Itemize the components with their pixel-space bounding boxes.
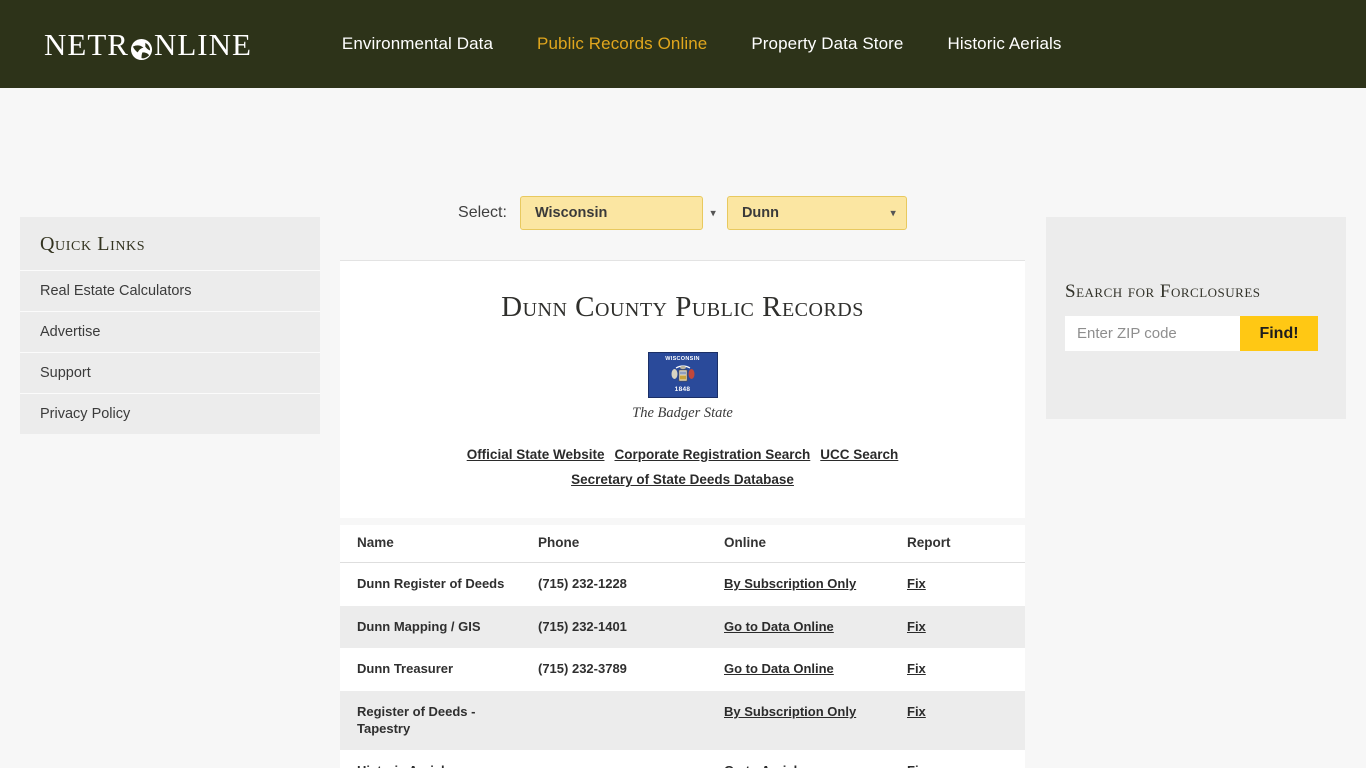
report-fix-link[interactable]: Fix xyxy=(907,619,926,634)
sidebar-item-support[interactable]: Support xyxy=(20,352,320,393)
content-card: Dunn County Public Records WISCONSIN 184… xyxy=(340,260,1025,518)
cell-online: By Subscription Only xyxy=(707,690,890,751)
online-link[interactable]: By Subscription Only xyxy=(724,704,856,719)
page-body: Quick Links Real Estate Calculators Adve… xyxy=(0,88,1366,768)
table-body: Dunn Register of Deeds (715) 232-1228 By… xyxy=(340,563,1025,768)
cell-online: Go to Aerials xyxy=(707,750,890,768)
table-header: Name Phone Online Report xyxy=(340,525,1025,563)
cell-online: Go to Data Online xyxy=(707,605,890,649)
main-navigation: Environmental Data Public Records Online… xyxy=(320,28,1084,60)
site-header: NETR NLINE Environmental Data Public Rec… xyxy=(0,0,1366,88)
table-row: Dunn Register of Deeds (715) 232-1228 By… xyxy=(340,563,1025,606)
state-links: Official State Website Corporate Registr… xyxy=(340,447,1025,487)
cell-name: Dunn Register of Deeds xyxy=(357,576,505,591)
site-logo[interactable]: NETR NLINE xyxy=(44,29,252,60)
nav-item-property-data-store[interactable]: Property Data Store xyxy=(729,28,925,60)
find-button[interactable]: Find! xyxy=(1240,316,1318,351)
column-header-online: Online xyxy=(707,525,890,563)
county-select[interactable]: Dunn xyxy=(726,196,907,230)
link-ucc-search[interactable]: UCC Search xyxy=(820,447,898,462)
cell-phone: (715) 232-1228 xyxy=(538,576,627,591)
cell-phone xyxy=(521,750,707,768)
online-link[interactable]: Go to Data Online xyxy=(724,661,834,676)
column-header-report: Report xyxy=(890,525,1025,563)
column-header-phone: Phone xyxy=(521,525,707,563)
cell-name: Register of Deeds - Tapestry xyxy=(340,690,521,751)
cell-report: Fix xyxy=(890,605,1025,649)
state-nickname: The Badger State xyxy=(632,405,733,421)
cell-report: Fix xyxy=(890,563,1025,606)
cell-phone: (715) 232-3789 xyxy=(538,661,627,677)
select-bar: Select: Wisconsin ▾ Dunn ▾ xyxy=(340,196,1025,230)
foreclosure-form: Find! xyxy=(1065,316,1346,351)
sidebar-item-real-estate-calculators[interactable]: Real Estate Calculators xyxy=(20,270,320,311)
logo-text-prefix: NETR xyxy=(44,26,129,62)
state-flag-icon: WISCONSIN 1848 xyxy=(647,352,718,398)
cell-name: Dunn Mapping / GIS xyxy=(340,605,521,649)
cell-report: Fix xyxy=(890,648,1025,691)
select-label: Select: xyxy=(458,204,507,221)
link-secretary-of-state-deeds-database[interactable]: Secretary of State Deeds Database xyxy=(571,472,794,487)
county-select-wrapper: Dunn ▾ xyxy=(726,196,907,230)
state-select-wrapper: Wisconsin ▾ xyxy=(519,196,727,230)
cell-report: Fix xyxy=(890,690,1025,751)
cell-report: Fix xyxy=(890,750,1025,768)
flag-year: 1848 xyxy=(674,385,691,393)
quick-links-title: Quick Links xyxy=(40,233,146,255)
cell-name: Dunn Treasurer xyxy=(357,661,454,677)
report-fix-link[interactable]: Fix xyxy=(907,704,926,719)
cell-online: By Subscription Only xyxy=(707,563,890,606)
table-row: Register of Deeds - Tapestry By Subscrip… xyxy=(340,690,1025,751)
sidebar-item-advertise[interactable]: Advertise xyxy=(20,311,320,352)
table-row: Historic Aerials Go to Aerials Fix xyxy=(340,750,1025,768)
table-header-row: Name Phone Online Report xyxy=(340,525,1025,563)
link-corporate-registration-search[interactable]: Corporate Registration Search xyxy=(614,447,810,462)
online-link[interactable]: Go to Data Online xyxy=(724,619,834,634)
globe-icon xyxy=(130,35,153,60)
logo-text-suffix: NLINE xyxy=(153,26,252,62)
sidebar-item-privacy-policy[interactable]: Privacy Policy xyxy=(20,393,320,434)
public-records-table: Name Phone Online Report Dunn Register o… xyxy=(340,525,1025,768)
flag-state-name: WISCONSIN xyxy=(665,356,700,362)
link-official-state-website[interactable]: Official State Website xyxy=(467,447,605,462)
column-header-name: Name xyxy=(340,525,521,563)
online-link[interactable]: Go to Aerials xyxy=(724,763,804,768)
online-link[interactable]: By Subscription Only xyxy=(724,576,856,591)
cell-name: Historic Aerials xyxy=(340,750,521,768)
nav-item-public-records-online[interactable]: Public Records Online xyxy=(515,28,729,60)
flag-seal-icon xyxy=(671,365,694,382)
nav-item-historic-aerials[interactable]: Historic Aerials xyxy=(925,28,1083,60)
foreclosure-search-widget: Search for Forclosures Find! xyxy=(1046,217,1346,419)
report-fix-link[interactable]: Fix xyxy=(907,763,926,768)
state-select[interactable]: Wisconsin xyxy=(519,196,703,230)
report-fix-link[interactable]: Fix xyxy=(907,576,926,591)
foreclosure-title: Search for Forclosures xyxy=(1065,281,1261,302)
quick-links-sidebar: Quick Links Real Estate Calculators Adve… xyxy=(20,217,320,434)
report-fix-link[interactable]: Fix xyxy=(907,661,926,676)
zip-code-input[interactable] xyxy=(1065,316,1240,351)
table-row: Dunn Mapping / GIS (715) 232-1401 Go to … xyxy=(340,605,1025,649)
nav-item-environmental-data[interactable]: Environmental Data xyxy=(320,28,515,60)
chevron-down-icon: ▾ xyxy=(710,207,716,220)
cell-phone: (715) 232-1401 xyxy=(521,605,707,649)
cell-phone xyxy=(521,690,707,751)
table-row: Dunn Treasurer (715) 232-3789 Go to Data… xyxy=(340,648,1025,691)
page-title: Dunn County Public Records xyxy=(501,291,864,323)
cell-online: Go to Data Online xyxy=(707,648,890,691)
